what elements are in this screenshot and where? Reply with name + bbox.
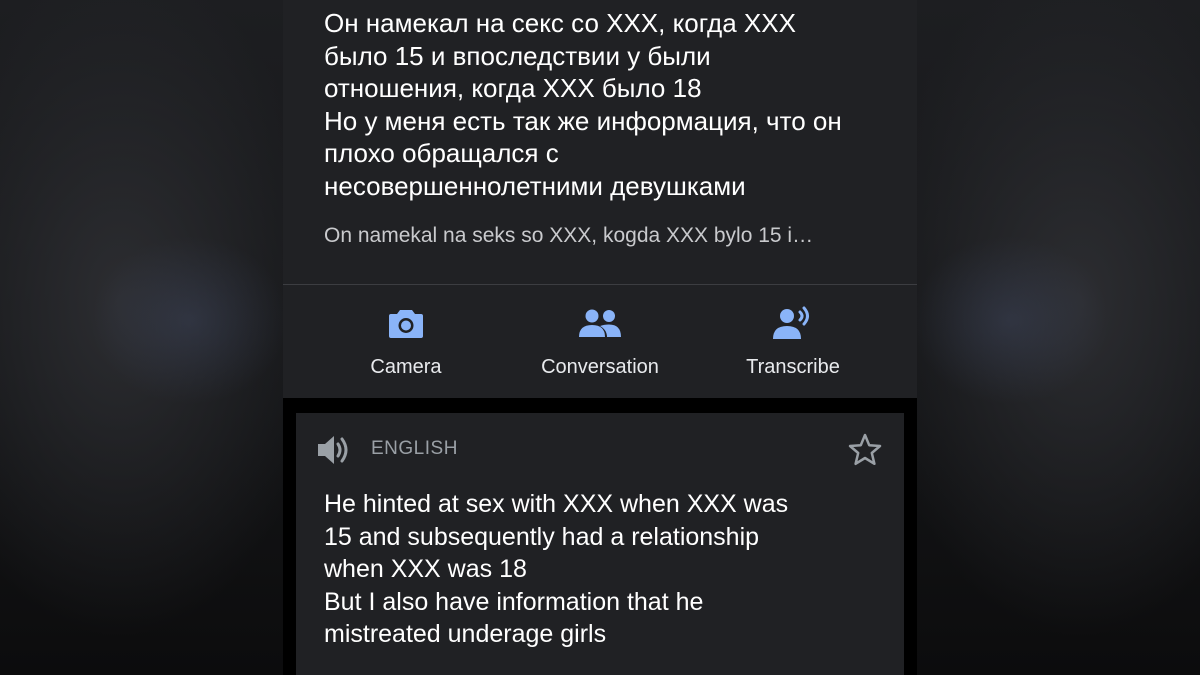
- translation-card: ENGLISH He hinted at sex with XXX when X…: [296, 413, 904, 675]
- conversation-button[interactable]: Conversation: [500, 285, 700, 398]
- transliteration-text: On namekal na seks so XXX, kogda XXX byl…: [324, 224, 814, 247]
- listen-button[interactable]: [316, 433, 352, 467]
- action-bar: Camera Conversation Transcribe: [283, 285, 917, 398]
- translate-screen: Он намекал на секс со XXX, когда XXX был…: [283, 0, 917, 675]
- people-icon: [578, 305, 622, 341]
- speaker-icon: [316, 436, 352, 471]
- camera-label: Camera: [370, 356, 442, 378]
- transcribe-button[interactable]: Transcribe: [693, 285, 893, 398]
- camera-icon: [388, 305, 424, 341]
- source-card: Он намекал на секс со XXX, когда XXX был…: [283, 0, 917, 284]
- star-outline-icon: [847, 433, 883, 472]
- transcribe-label: Transcribe: [746, 356, 840, 378]
- save-translation-button[interactable]: [847, 432, 883, 468]
- conversation-label: Conversation: [541, 356, 659, 378]
- target-language-label: ENGLISH: [371, 438, 458, 459]
- source-text[interactable]: Он намекал на секс со XXX, когда XXX был…: [324, 7, 894, 202]
- transcribe-icon: [773, 305, 813, 341]
- camera-button[interactable]: Camera: [306, 285, 506, 398]
- translation-text[interactable]: He hinted at sex with XXX when XXX was 1…: [324, 488, 884, 651]
